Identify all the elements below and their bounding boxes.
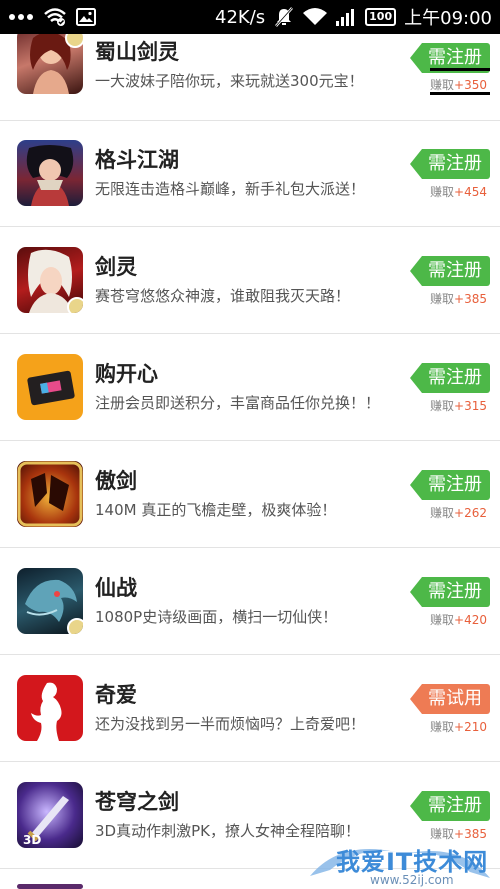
watermark-text: 我爱IT技术网 xyxy=(336,848,489,876)
status-bar: 42K/s 100 上午09:00 xyxy=(0,0,500,34)
watermark: 我爱IT技术网 www.52ij.com xyxy=(300,836,500,889)
wifi-icon xyxy=(303,8,328,26)
app-desc: 赛苍穹悠悠众神渡，谁敢阻我灭天路！ xyxy=(95,287,351,305)
list-item[interactable]: 蜀山剑灵 一大波妹子陪你玩，来玩就送300元宝！ 需注册 赚取+350 xyxy=(0,28,500,121)
shushan-game-icon xyxy=(17,28,83,94)
more-dots-icon[interactable] xyxy=(8,13,34,21)
mute-icon xyxy=(273,7,295,27)
network-speed: 42K/s xyxy=(215,6,266,28)
register-tag[interactable]: 需注册 xyxy=(410,363,490,393)
reward: 赚取+454 xyxy=(430,185,487,199)
list-item[interactable]: 傲剑 140M 真正的飞檐走壁，极爽体验！ 需注册 赚取+262 xyxy=(0,442,500,548)
register-tag[interactable]: 需注册 xyxy=(410,791,490,821)
gedou-game-icon xyxy=(17,140,83,206)
list-item[interactable]: 购开心 注册会员即送积分，丰富商品任你兑换！！ 需注册 赚取+315 xyxy=(0,335,500,441)
register-tag[interactable]: 需注册 xyxy=(410,577,490,607)
jianling-game-icon xyxy=(17,247,83,313)
app-desc: 140M 真正的飞檐走壁，极爽体验！ xyxy=(95,501,337,519)
app-desc: 1080P史诗级画面，横扫一切仙侠！ xyxy=(95,608,338,626)
app-title: 剑灵 xyxy=(95,255,137,279)
app-title: 仙战 xyxy=(95,576,137,600)
watermark-url: www.52ij.com xyxy=(370,873,454,887)
next-app-icon xyxy=(17,884,83,889)
clock: 上午09:00 xyxy=(404,8,492,29)
list-item[interactable]: 仙战 1080P史诗级画面，横扫一切仙侠！ 需注册 赚取+420 xyxy=(0,549,500,655)
reward: 赚取+210 xyxy=(430,720,487,734)
app-title: 奇爱 xyxy=(95,683,137,707)
underline-mark xyxy=(430,68,490,71)
reward: 赚取+315 xyxy=(430,399,487,413)
app-title: 格斗江湖 xyxy=(95,148,179,172)
app-desc: 无限连击造格斗巅峰，新手礼包大派送！ xyxy=(95,180,366,198)
trial-tag[interactable]: 需试用 xyxy=(410,684,490,714)
aojian-game-icon xyxy=(17,461,83,527)
battery-icon: 100 xyxy=(365,8,397,26)
app-title: 苍穹之剑 xyxy=(95,790,179,814)
wifi-check-icon xyxy=(44,8,66,26)
svg-text:3D: 3D xyxy=(23,833,41,847)
register-tag[interactable]: 需注册 xyxy=(410,149,490,179)
reward: 赚取+420 xyxy=(430,613,487,627)
app-desc: 一大波妹子陪你玩，来玩就送300元宝！ xyxy=(95,72,364,90)
app-title: 蜀山剑灵 xyxy=(95,40,179,64)
reward: 赚取+350 xyxy=(430,78,487,92)
register-tag[interactable]: 需注册 xyxy=(410,256,490,286)
app-title: 购开心 xyxy=(95,362,158,386)
app-desc: 还为没找到另一半而烦恼吗？上奇爱吧！ xyxy=(95,715,366,733)
xianzhan-game-icon xyxy=(17,568,83,634)
reward: 赚取+385 xyxy=(430,292,487,306)
qiai-silhouette-icon xyxy=(17,675,83,741)
signal-icon xyxy=(335,8,357,26)
reward: 赚取+262 xyxy=(430,506,487,520)
image-icon xyxy=(76,8,96,26)
list-item[interactable]: 剑灵 赛苍穹悠悠众神渡，谁敢阻我灭天路！ 需注册 赚取+385 xyxy=(0,228,500,334)
shopping-card-icon xyxy=(17,354,83,420)
register-tag[interactable]: 需注册 xyxy=(410,470,490,500)
list-item[interactable]: 奇爱 还为没找到另一半而烦恼吗？上奇爱吧！ 需试用 赚取+210 xyxy=(0,656,500,762)
list-item[interactable]: 格斗江湖 无限连击造格斗巅峰，新手礼包大派送！ 需注册 赚取+454 xyxy=(0,121,500,227)
cangqiong-sword-icon: 3D xyxy=(17,782,83,848)
app-title: 傲剑 xyxy=(95,469,137,493)
app-desc: 注册会员即送积分，丰富商品任你兑换！！ xyxy=(95,394,381,412)
underline-mark xyxy=(430,92,490,95)
